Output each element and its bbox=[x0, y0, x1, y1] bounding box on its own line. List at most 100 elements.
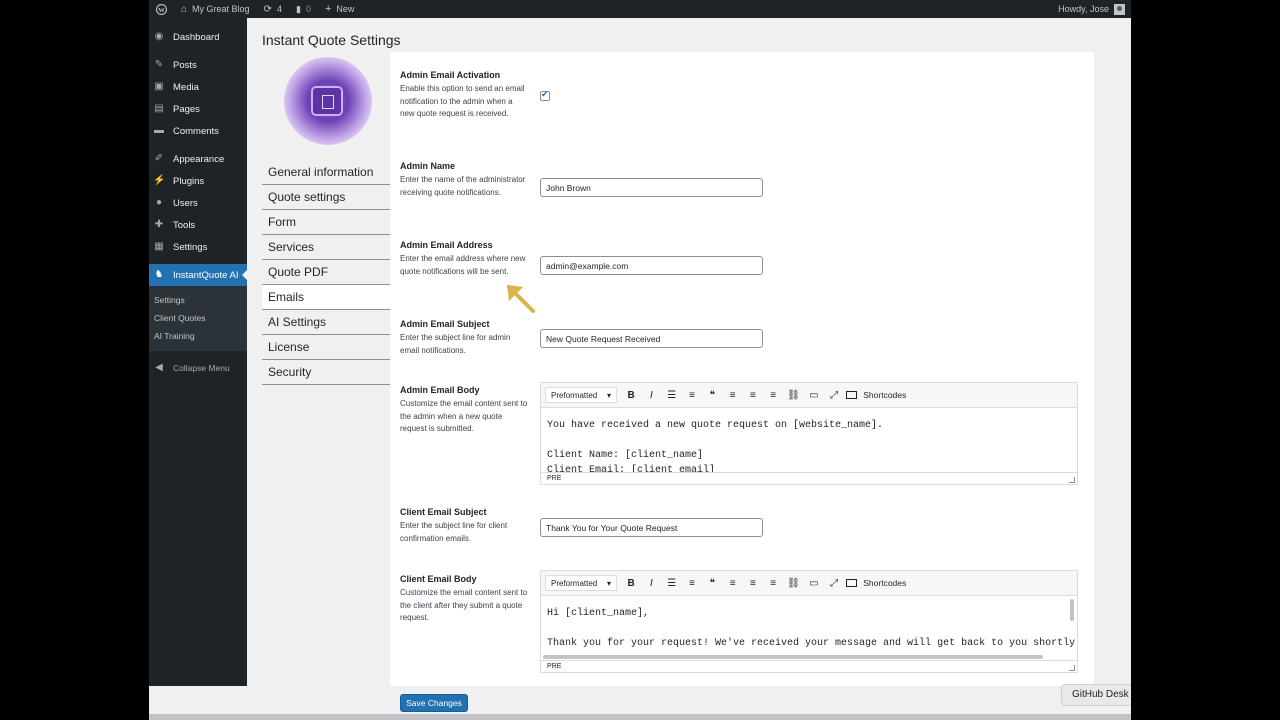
align-center-icon[interactable]: ≡ bbox=[743, 390, 763, 401]
tab-services[interactable]: Services bbox=[262, 235, 390, 260]
tab-license[interactable]: License bbox=[262, 335, 390, 360]
bold-icon[interactable]: B bbox=[621, 390, 641, 401]
admin-body-textarea[interactable]: You have received a new quote request on… bbox=[541, 408, 1077, 472]
client-email-subject-field: Client Email Subject Enter the subject l… bbox=[400, 507, 1080, 545]
field-description: Customize the email content sent to the … bbox=[400, 399, 528, 433]
avatar bbox=[1114, 3, 1125, 15]
new-content-item[interactable]: + New bbox=[318, 0, 361, 18]
tab-form[interactable]: Form bbox=[262, 210, 390, 235]
vertical-scrollbar[interactable] bbox=[1070, 599, 1074, 621]
shortcodes-button[interactable]: Shortcodes bbox=[846, 390, 906, 400]
sidebar-item-dashboard[interactable]: ◉ Dashboard bbox=[149, 26, 247, 48]
client-body-textarea[interactable]: Hi [client_name], Thank you for your req… bbox=[541, 596, 1077, 660]
align-right-icon[interactable]: ≡ bbox=[763, 578, 783, 589]
link-icon[interactable]: ⛓ bbox=[783, 390, 803, 401]
sidebar-item-tools[interactable]: ✚ Tools bbox=[149, 214, 247, 236]
field-label: Admin Email Activation bbox=[400, 70, 501, 80]
admin-bar: W ⌂ My Great Blog ⟳ 4 ▮ 0 + New Howdy, J… bbox=[149, 0, 1131, 18]
sidebar-item-instantquote[interactable]: ♞ InstantQuote AI bbox=[149, 264, 247, 286]
italic-icon[interactable]: I bbox=[641, 578, 661, 589]
tab-emails[interactable]: Emails bbox=[262, 285, 390, 310]
home-icon: ⌂ bbox=[181, 3, 188, 15]
sidebar-item-label: Comments bbox=[173, 125, 219, 137]
align-left-icon[interactable]: ≡ bbox=[722, 390, 742, 401]
sidebar-item-label: Media bbox=[173, 81, 199, 93]
sidebar-item-label: Users bbox=[173, 197, 198, 209]
align-right-icon[interactable]: ≡ bbox=[763, 390, 783, 401]
resize-handle-icon[interactable] bbox=[1069, 477, 1075, 483]
editor-toolbar: Preformatted ▾ B I ☰ ≡ ❝ ≡ ≡ ≡ ⛓ ▭ ⤢ Shor… bbox=[541, 571, 1077, 596]
updates-item[interactable]: ⟳ 4 bbox=[257, 0, 289, 18]
chevron-down-icon: ▾ bbox=[606, 578, 611, 588]
align-center-icon[interactable]: ≡ bbox=[743, 578, 763, 589]
resize-handle-icon[interactable] bbox=[1069, 665, 1075, 671]
field-description: Enter the email address where new quote … bbox=[400, 254, 526, 276]
save-changes-button[interactable]: Save Changes bbox=[400, 694, 468, 712]
client-subject-input[interactable] bbox=[540, 518, 763, 537]
shortcodes-button[interactable]: Shortcodes bbox=[846, 578, 906, 588]
admin-email-activation-checkbox[interactable]: ✔ bbox=[540, 89, 550, 101]
bullet-list-icon[interactable]: ☰ bbox=[662, 578, 682, 589]
sidebar-item-comments[interactable]: ▬ Comments bbox=[149, 120, 247, 142]
site-name-item[interactable]: ⌂ My Great Blog bbox=[174, 0, 257, 18]
sidebar-item-pages[interactable]: ▤ Pages bbox=[149, 98, 247, 120]
howdy-text: Howdy, Jose bbox=[1058, 4, 1109, 14]
submenu-settings[interactable]: Settings bbox=[149, 291, 247, 309]
italic-icon[interactable]: I bbox=[641, 390, 661, 401]
sidebar-item-label: Appearance bbox=[173, 153, 225, 165]
fullscreen-icon[interactable]: ⤢ bbox=[824, 390, 844, 401]
element-path: PRE bbox=[547, 475, 562, 482]
submenu-client-quotes[interactable]: Client Quotes bbox=[149, 309, 247, 327]
admin-subject-input[interactable] bbox=[540, 329, 763, 348]
format-select[interactable]: Preformatted ▾ bbox=[545, 575, 617, 591]
tab-security[interactable]: Security bbox=[262, 360, 390, 385]
sidebar-item-users[interactable]: ● Users bbox=[149, 192, 247, 214]
wp-logo-item[interactable]: W bbox=[149, 0, 174, 18]
sidebar-item-label: Tools bbox=[173, 219, 196, 231]
svg-text:W: W bbox=[158, 6, 165, 13]
settings-icon: ▦ bbox=[154, 241, 164, 252]
read-more-icon[interactable]: ▭ bbox=[804, 390, 824, 401]
updates-icon: ⟳ bbox=[263, 3, 272, 15]
user-icon: ● bbox=[155, 197, 163, 208]
admin-name-input[interactable] bbox=[540, 178, 763, 197]
field-label: Admin Name bbox=[400, 161, 456, 171]
admin-email-input[interactable] bbox=[540, 256, 763, 275]
field-description: Enable this option to send an email noti… bbox=[400, 84, 525, 118]
sidebar-item-plugins[interactable]: ⚡ Plugins bbox=[149, 170, 247, 192]
admin-body-editor: Preformatted ▾ B I ☰ ≡ ❝ ≡ ≡ ≡ ⛓ ▭ ⤢ Shor… bbox=[540, 382, 1078, 485]
horizontal-scrollbar[interactable] bbox=[543, 655, 1043, 659]
plug-icon: ⚡ bbox=[153, 175, 166, 186]
sidebar-item-label: Posts bbox=[173, 59, 197, 71]
align-left-icon[interactable]: ≡ bbox=[722, 578, 742, 589]
bold-icon[interactable]: B bbox=[621, 578, 641, 589]
read-more-icon[interactable]: ▭ bbox=[804, 578, 824, 589]
fullscreen-icon[interactable]: ⤢ bbox=[824, 578, 844, 589]
sidebar-item-appearance[interactable]: ✐ Appearance bbox=[149, 148, 247, 170]
sidebar-item-posts[interactable]: ✎ Posts bbox=[149, 54, 247, 76]
my-account-item[interactable]: Howdy, Jose bbox=[1058, 3, 1131, 15]
wrench-icon: ✚ bbox=[154, 219, 164, 230]
numbered-list-icon[interactable]: ≡ bbox=[682, 390, 702, 401]
comments-item[interactable]: ▮ 0 bbox=[289, 0, 318, 18]
blockquote-icon[interactable]: ❝ bbox=[702, 390, 722, 401]
settings-tabs: General information Quote settings Form … bbox=[262, 160, 390, 385]
collapse-menu-button[interactable]: ◀ Collapse Menu bbox=[149, 357, 247, 379]
bullet-list-icon[interactable]: ☰ bbox=[662, 390, 682, 401]
field-label: Admin Email Address bbox=[400, 240, 493, 250]
field-description: Customize the email content sent to the … bbox=[400, 588, 528, 622]
tab-general-information[interactable]: General information bbox=[262, 160, 390, 185]
tab-quote-pdf[interactable]: Quote PDF bbox=[262, 260, 390, 285]
blockquote-icon[interactable]: ❝ bbox=[702, 578, 722, 589]
link-icon[interactable]: ⛓ bbox=[783, 578, 803, 589]
sidebar-item-settings[interactable]: ▦ Settings bbox=[149, 236, 247, 258]
format-select[interactable]: Preformatted ▾ bbox=[545, 387, 617, 403]
submenu-ai-training[interactable]: AI Training bbox=[149, 327, 247, 345]
tab-quote-settings[interactable]: Quote settings bbox=[262, 185, 390, 210]
admin-email-address-field: Admin Email Address Enter the email addr… bbox=[400, 240, 1080, 278]
field-label: Admin Email Subject bbox=[400, 319, 490, 329]
plugin-logo bbox=[284, 57, 372, 145]
tab-ai-settings[interactable]: AI Settings bbox=[262, 310, 390, 335]
numbered-list-icon[interactable]: ≡ bbox=[682, 578, 702, 589]
sidebar-item-media[interactable]: ▣ Media bbox=[149, 76, 247, 98]
